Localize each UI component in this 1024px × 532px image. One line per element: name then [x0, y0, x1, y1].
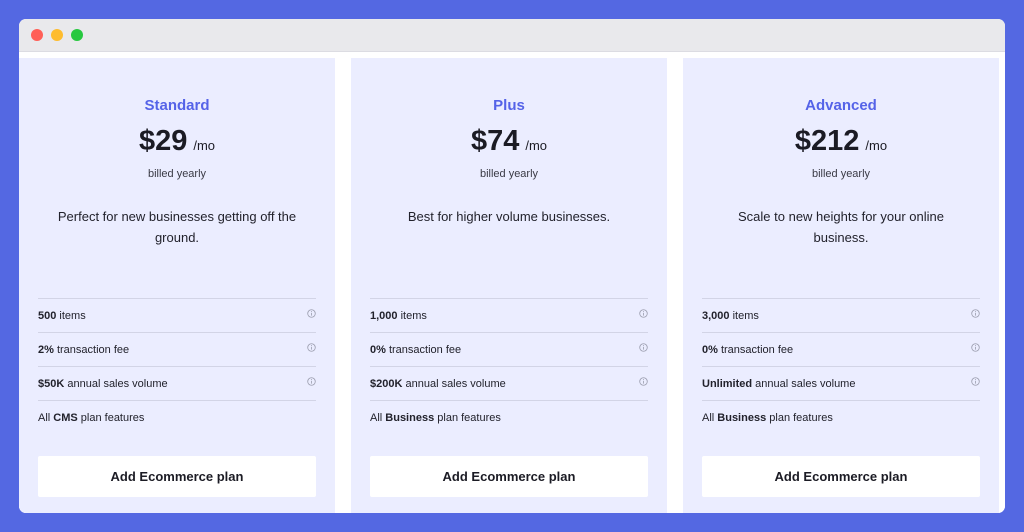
feature-items: 1,000 items	[370, 298, 648, 332]
plan-card-advanced: Advanced $212/mo billed yearly Scale to …	[683, 58, 999, 513]
feature-value: 500	[38, 310, 57, 322]
feature-transaction-fee: 0% transaction fee	[702, 332, 980, 366]
feature-plan-features: All Business plan features	[702, 400, 980, 434]
add-ecommerce-plan-button[interactable]: Add Ecommerce plan	[702, 456, 980, 497]
info-icon[interactable]	[971, 309, 980, 318]
feature-value: 0%	[702, 344, 718, 356]
plan-name: Standard	[144, 97, 210, 114]
info-icon[interactable]	[307, 309, 316, 318]
price-row: $74/mo	[351, 125, 667, 158]
plan-price: $74	[470, 125, 520, 157]
info-icon[interactable]	[307, 377, 316, 386]
price-period: /mo	[865, 138, 888, 153]
feature-label: items	[397, 310, 427, 322]
add-ecommerce-plan-button[interactable]: Add Ecommerce plan	[370, 456, 648, 497]
plan-price: $212	[794, 125, 860, 157]
price-period: /mo	[193, 138, 216, 153]
info-icon[interactable]	[639, 343, 648, 352]
feature-value: 0%	[370, 344, 386, 356]
feature-label: annual sales volume	[752, 378, 856, 390]
feature-prefix: All	[370, 412, 386, 424]
feature-list: 3,000 items 0% transaction fee Unlimited…	[702, 298, 980, 434]
plan-description: Perfect for new businesses getting off t…	[57, 209, 297, 245]
info-icon[interactable]	[971, 343, 980, 352]
price-period: /mo	[525, 138, 548, 153]
maximize-window-button[interactable]	[71, 29, 83, 41]
browser-window: Standard $29/mo billed yearly Perfect fo…	[19, 19, 1005, 513]
feature-label: annual sales volume	[402, 378, 506, 390]
feature-value: 1,000	[370, 310, 398, 322]
plan-description: Scale to new heights for your online bus…	[738, 209, 944, 245]
plan-description: Best for higher volume businesses.	[407, 209, 611, 224]
feature-plan-features: All Business plan features	[370, 400, 648, 434]
plan-price: $29	[138, 125, 188, 157]
feature-label: plan features	[434, 412, 501, 424]
feature-label: transaction fee	[385, 344, 462, 356]
billing-note: billed yearly	[147, 168, 207, 180]
feature-label: items	[729, 310, 759, 322]
feature-prefix: All	[38, 412, 54, 424]
feature-list: 1,000 items 0% transaction fee $200K ann…	[370, 298, 648, 434]
minimize-window-button[interactable]	[51, 29, 63, 41]
add-ecommerce-plan-button[interactable]: Add Ecommerce plan	[38, 456, 316, 497]
feature-transaction-fee: 0% transaction fee	[370, 332, 648, 366]
window-titlebar	[19, 19, 1005, 52]
plan-card-plus: Plus $74/mo billed yearly Best for highe…	[351, 58, 667, 513]
feature-value: Business	[385, 412, 435, 424]
feature-value: $50K	[38, 378, 65, 390]
plan-name: Advanced	[805, 97, 877, 114]
feature-label: items	[56, 310, 86, 322]
feature-prefix: All	[702, 412, 718, 424]
feature-label: transaction fee	[717, 344, 794, 356]
feature-items: 3,000 items	[702, 298, 980, 332]
info-icon[interactable]	[307, 343, 316, 352]
feature-label: plan features	[77, 412, 145, 424]
billing-note: billed yearly	[811, 168, 871, 180]
info-icon[interactable]	[639, 309, 648, 318]
plan-card-standard: Standard $29/mo billed yearly Perfect fo…	[19, 58, 335, 513]
feature-value: Unlimited	[702, 378, 753, 390]
feature-sales-volume: $50K annual sales volume	[38, 366, 316, 400]
feature-plan-features: All CMS plan features	[38, 400, 316, 434]
feature-items: 500 items	[38, 298, 316, 332]
info-icon[interactable]	[971, 377, 980, 386]
price-row: $212/mo	[683, 125, 999, 158]
feature-value: 3,000	[702, 310, 730, 322]
feature-label: annual sales volume	[64, 378, 168, 390]
close-window-button[interactable]	[31, 29, 43, 41]
feature-label: transaction fee	[53, 344, 130, 356]
feature-label: plan features	[766, 412, 833, 424]
feature-sales-volume: $200K annual sales volume	[370, 366, 648, 400]
feature-transaction-fee: 2% transaction fee	[38, 332, 316, 366]
plan-name: Plus	[493, 97, 525, 114]
feature-value: $200K	[370, 378, 403, 390]
pricing-section: Standard $29/mo billed yearly Perfect fo…	[19, 52, 1005, 513]
billing-note: billed yearly	[479, 168, 539, 180]
feature-value: Business	[717, 412, 767, 424]
feature-sales-volume: Unlimited annual sales volume	[702, 366, 980, 400]
feature-list: 500 items 2% transaction fee $50K annual…	[38, 298, 316, 434]
feature-value: CMS	[53, 412, 78, 424]
feature-value: 2%	[38, 344, 54, 356]
price-row: $29/mo	[19, 125, 335, 158]
info-icon[interactable]	[639, 377, 648, 386]
